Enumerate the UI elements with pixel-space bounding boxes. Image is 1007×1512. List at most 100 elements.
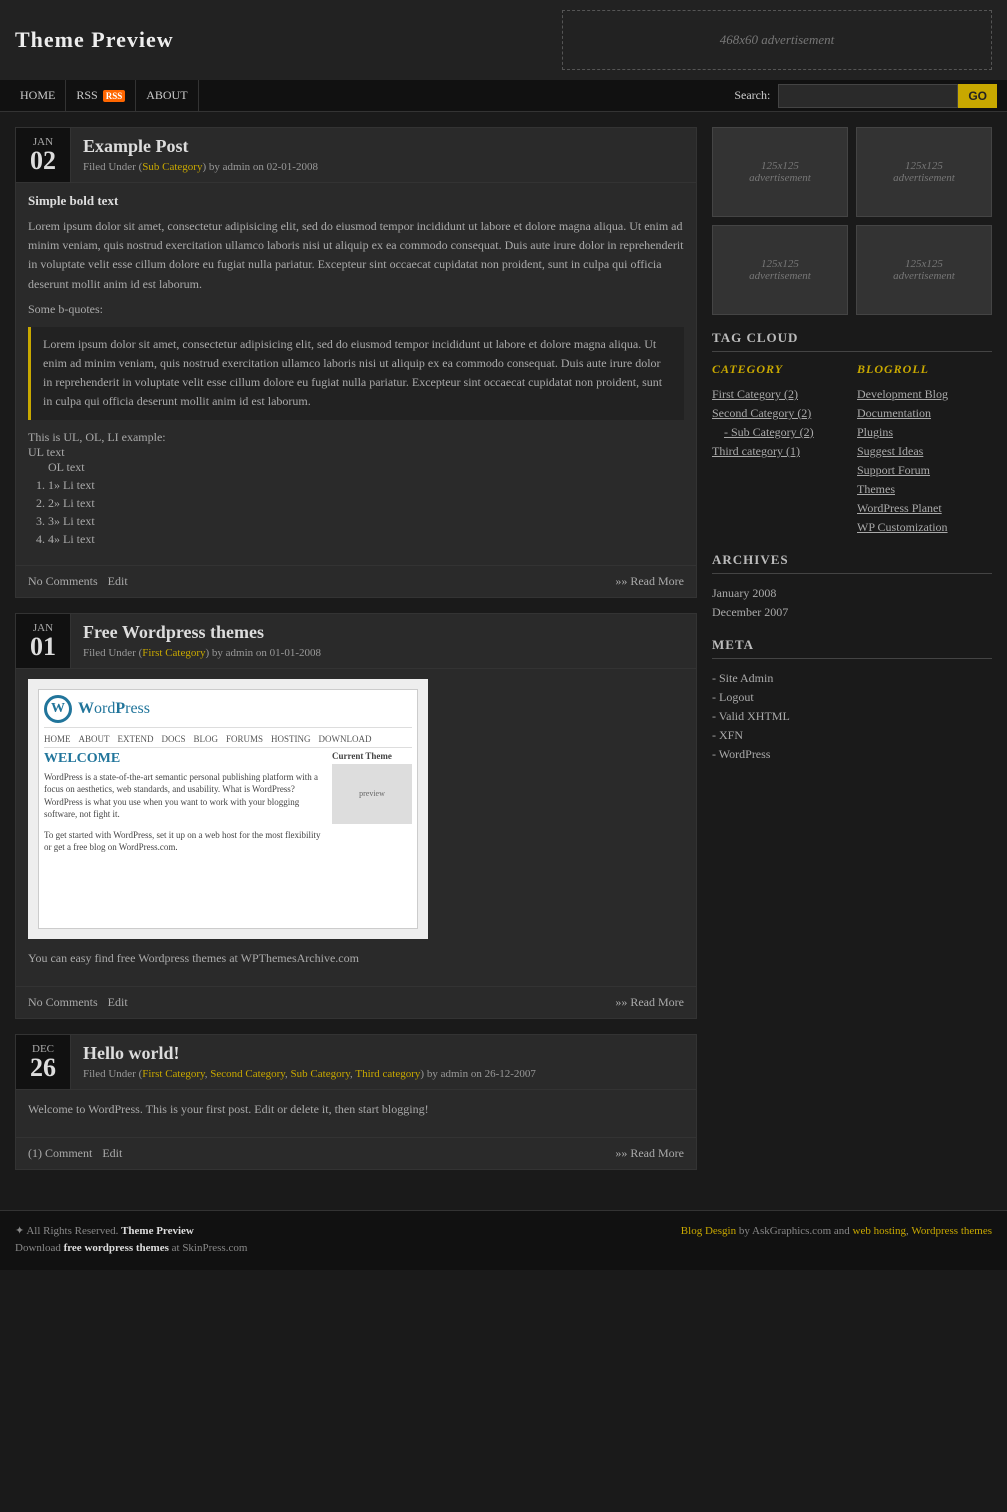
list-item: 2» Li text — [48, 496, 684, 511]
wp-body-text2: To get started with WordPress, set it up… — [44, 829, 326, 854]
post-3-cat1[interactable]: First Category — [142, 1068, 205, 1080]
post-3-no-comments[interactable]: (1) Comment — [28, 1146, 92, 1161]
post-3-cat3[interactable]: Sub Category — [291, 1068, 350, 1080]
ad-3-size: 125x125 — [761, 258, 799, 270]
archive-jan-2008[interactable]: January 2008 — [712, 584, 992, 603]
ad-banner: 468x60 advertisement — [562, 10, 992, 70]
post-3-edit[interactable]: Edit — [102, 1146, 122, 1161]
post-1-edit[interactable]: Edit — [108, 574, 128, 589]
cat-second[interactable]: Second Category (2) — [712, 404, 847, 423]
wp-nav-forums: FORUMS — [226, 734, 263, 744]
list-item: 4» Li text — [48, 532, 684, 547]
tag-cloud-inner: CATEGORY First Category (2) Second Categ… — [712, 362, 992, 537]
blogroll-col: BLOGROLL Development Blog Documentation … — [857, 362, 992, 537]
wp-nav-blog: BLOG — [194, 734, 219, 744]
cat-first[interactable]: First Category (2) — [712, 385, 847, 404]
search-label: Search: — [726, 84, 778, 108]
post-3: Dec 26 Hello world! Filed Under (First C… — [15, 1034, 697, 1170]
nav-rss[interactable]: RSS RSS — [66, 80, 136, 111]
post-3-title: Hello world! — [83, 1043, 684, 1064]
post-3-cat4[interactable]: Third category — [355, 1068, 420, 1080]
nav-home[interactable]: HOME — [10, 80, 66, 111]
meta-xhtml: - Valid XHTML — [712, 707, 992, 726]
footer-rights: ✦ All Rights Reserved. — [15, 1225, 121, 1237]
meta-xhtml-link[interactable]: - Valid XHTML — [712, 709, 790, 723]
blogroll-docs[interactable]: Documentation — [857, 404, 992, 423]
post-1-no-comments[interactable]: No Comments — [28, 574, 98, 589]
archive-dec-2007[interactable]: December 2007 — [712, 603, 992, 622]
post-2-title: Free Wordpress themes — [83, 622, 684, 643]
meta-wordpress-link[interactable]: - WordPress — [712, 747, 770, 761]
search-input[interactable] — [778, 84, 958, 108]
wp-screenshot-inner: W WordPress HOME ABOUT EXTEND DOCS BLOG … — [38, 689, 418, 929]
category-col: CATEGORY First Category (2) Second Categ… — [712, 362, 847, 537]
nav-about[interactable]: ABOUT — [136, 80, 198, 111]
post-1-header: Example Post Filed Under (Sub Category) … — [71, 128, 696, 181]
search-button[interactable]: GO — [958, 84, 997, 108]
post-2-category[interactable]: First Category — [142, 647, 205, 659]
post-3-day: 26 — [28, 1055, 58, 1081]
post-3-cat2[interactable]: Second Category — [210, 1068, 285, 1080]
post-1-day: 02 — [28, 148, 58, 174]
wp-main-content: WELCOME WordPress is a state-of-the-art … — [44, 751, 326, 923]
meta-title: META — [712, 637, 992, 659]
post-2-filed: Filed Under (First Category) by admin on… — [83, 647, 684, 659]
post-1-body: Simple bold text Lorem ipsum dolor sit a… — [16, 182, 696, 565]
post-2-read-more-link[interactable]: »» Read More — [615, 995, 684, 1009]
post-2-day: 01 — [28, 634, 58, 660]
ad-1-size: 125x125 — [761, 160, 799, 172]
sidebar-ad-4: 125x125 advertisement — [856, 225, 992, 315]
rss-icon: RSS — [103, 90, 126, 102]
post-1-date: Jan 02 — [16, 128, 71, 182]
footer-themes-link[interactable]: free wordpress themes — [64, 1242, 169, 1254]
post-1-ol: 1» Li text 2» Li text 3» Li text 4» Li t… — [48, 478, 684, 547]
blogroll-plugins[interactable]: Plugins — [857, 423, 992, 442]
wp-nav-extend: EXTEND — [118, 734, 154, 744]
post-3-header: Hello world! Filed Under (First Category… — [71, 1035, 696, 1088]
archives-title: ARCHIVES — [712, 552, 992, 574]
footer-wp-themes-link[interactable]: Wordpress themes — [911, 1225, 992, 1237]
content-area: Jan 02 Example Post Filed Under (Sub Cat… — [15, 127, 697, 1185]
ad-4-size: 125x125 — [905, 258, 943, 270]
wp-nav-home: HOME — [44, 734, 71, 744]
wp-theme-preview: preview — [332, 764, 412, 824]
post-1-bold-heading: Simple bold text — [28, 193, 684, 209]
blogroll-wp-planet[interactable]: WordPress Planet — [857, 499, 992, 518]
post-2-no-comments[interactable]: No Comments — [28, 995, 98, 1010]
meta-logout-link[interactable]: - Logout — [712, 690, 754, 704]
blogroll-dev[interactable]: Development Blog — [857, 385, 992, 404]
blogroll-support[interactable]: Support Forum — [857, 461, 992, 480]
list-item: 1» Li text — [48, 478, 684, 493]
post-3-filed: Filed Under (First Category, Second Cate… — [83, 1068, 684, 1080]
blogroll-themes[interactable]: Themes — [857, 480, 992, 499]
post-2-edit[interactable]: Edit — [108, 995, 128, 1010]
footer-site-name-link[interactable]: Theme Preview — [121, 1225, 194, 1237]
footer-blog-design-link[interactable]: Blog Desgin — [681, 1225, 736, 1237]
post-1-read-more-link[interactable]: »» Read More — [615, 574, 684, 588]
footer-webhosting-link[interactable]: web hosting — [853, 1225, 906, 1237]
sidebar: 125x125 advertisement 125x125 advertisem… — [712, 127, 992, 1185]
post-1-title: Example Post — [83, 136, 684, 157]
blogroll-wp-custom[interactable]: WP Customization — [857, 518, 992, 537]
post-1-meta: Jan 02 Example Post Filed Under (Sub Cat… — [16, 128, 696, 182]
list-item: 3» Li text — [48, 514, 684, 529]
wp-screenshot: W WordPress HOME ABOUT EXTEND DOCS BLOG … — [28, 679, 428, 939]
post-1-blockquote: Lorem ipsum dolor sit amet, consectetur … — [28, 327, 684, 420]
sidebar-ads: 125x125 advertisement 125x125 advertisem… — [712, 127, 992, 315]
ad-2-sub: advertisement — [893, 172, 955, 184]
post-2-read-more: »» Read More — [615, 995, 684, 1010]
tag-cloud-title: TAG CLOUD — [712, 330, 992, 352]
meta-site-admin-link[interactable]: - Site Admin — [712, 671, 773, 685]
post-1: Jan 02 Example Post Filed Under (Sub Cat… — [15, 127, 697, 598]
main-wrap: Jan 02 Example Post Filed Under (Sub Cat… — [0, 112, 1007, 1200]
post-2-meta: Jan 01 Free Wordpress themes Filed Under… — [16, 614, 696, 668]
cat-sub[interactable]: - Sub Category (2) — [712, 423, 847, 442]
post-3-read-more-link[interactable]: »» Read More — [615, 1146, 684, 1160]
cat-third[interactable]: Third category (1) — [712, 442, 847, 461]
list-intro-text: This is UL, OL, LI example: — [28, 430, 684, 445]
meta-xfn-link[interactable]: - XFN — [712, 728, 743, 742]
post-1-bquote-label: Some b-quotes: — [28, 302, 684, 317]
ul-label: UL text — [28, 445, 684, 460]
post-1-category[interactable]: Sub Category — [142, 161, 202, 173]
blogroll-suggest[interactable]: Suggest Ideas — [857, 442, 992, 461]
